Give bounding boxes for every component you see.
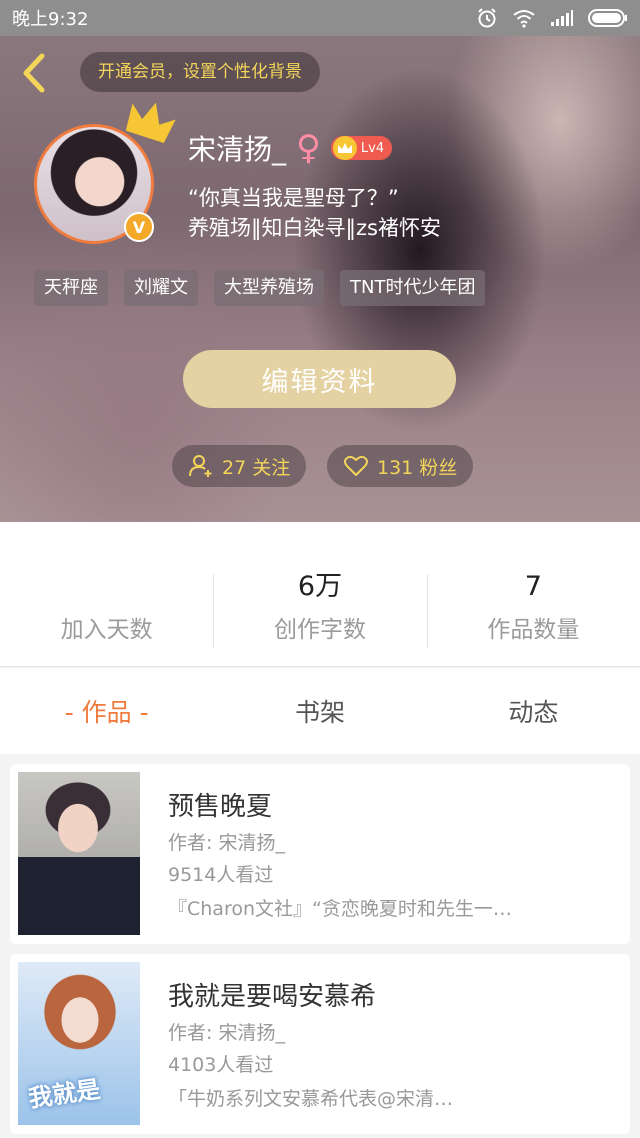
stat-value: 6万	[297, 571, 343, 602]
crown-icon	[126, 102, 176, 144]
stat-label: 创作字数	[273, 617, 366, 643]
work-card[interactable]: 我就是 我就是要喝安慕希 作者: 宋清扬_ 4103人看过 「牛奶系列文安慕希代…	[10, 954, 630, 1134]
level-badge: Lv4	[330, 136, 393, 160]
work-author: 作者: 宋清扬_	[168, 832, 285, 854]
level-text: Lv4	[360, 140, 385, 156]
stat-label: 加入天数	[60, 617, 153, 643]
stat-word-count: 6万 创作字数	[213, 522, 426, 666]
back-button[interactable]	[14, 50, 54, 96]
work-description: 『Charon文社』“贪恋晚夏时和先生一…	[168, 898, 512, 920]
edit-profile-button[interactable]: 编辑资料	[183, 350, 456, 408]
tag-item[interactable]: TNT时代少年团	[340, 270, 486, 306]
work-cover: 我就是	[18, 962, 140, 1125]
followers-button[interactable]: 131 粉丝	[327, 445, 474, 487]
tag-list: 天秤座 刘耀文 大型养殖场 TNT时代少年团	[34, 270, 486, 306]
profile-quote: “你真当我是聖母了？”	[188, 186, 399, 210]
tab-works[interactable]: - 作品 -	[0, 693, 213, 729]
followers-count: 131 粉丝	[377, 456, 458, 479]
tab-activity[interactable]: 动态	[427, 693, 640, 729]
heart-icon	[344, 455, 368, 476]
status-time: 晚上9:32	[12, 9, 89, 30]
stat-join-days: 加入天数	[0, 522, 213, 666]
work-title: 我就是要喝安慕希	[168, 982, 377, 1012]
stats-bar: 加入天数 6万 创作字数 7 作品数量	[0, 522, 640, 667]
work-description: 「牛奶系列文安慕希代表@宋清…	[168, 1088, 454, 1110]
female-icon: ♀	[296, 128, 321, 168]
following-count: 27 关注	[222, 456, 291, 479]
work-card[interactable]: 预售晚夏 作者: 宋清扬_ 9514人看过 『Charon文社』“贪恋晚夏时和先…	[10, 764, 630, 944]
tag-item[interactable]: 天秤座	[34, 270, 108, 306]
level-crown-icon	[332, 136, 357, 160]
cover-title-text: 我就是	[26, 1075, 102, 1113]
status-icons	[476, 7, 628, 29]
stat-label: 作品数量	[487, 617, 580, 643]
following-button[interactable]: 27 关注	[172, 445, 307, 487]
tag-item[interactable]: 大型养殖场	[214, 270, 324, 306]
work-views: 9514人看过	[168, 864, 274, 886]
stat-work-count: 7 作品数量	[426, 522, 640, 666]
status-bar: 晚上9:32	[0, 0, 640, 36]
username: 宋清扬_	[188, 133, 287, 166]
battery-icon	[588, 9, 627, 27]
alarm-icon	[478, 8, 496, 28]
profile-header: 晚上9:32 开通会员，设置个性化背景 V 宋清扬_ ♀ Lv4 “你真当我是聖…	[0, 0, 640, 522]
profile-bio: 养殖场‖知白染寻‖zs褚怀安	[188, 216, 441, 240]
add-user-icon	[189, 455, 212, 477]
stat-value: 7	[524, 571, 542, 602]
work-author: 作者: 宋清扬_	[168, 1022, 285, 1044]
work-views: 4103人看过	[168, 1054, 274, 1076]
signal-icon	[551, 10, 573, 26]
wifi-icon	[513, 10, 535, 28]
tab-bar: - 作品 - 书架 动态	[0, 668, 640, 754]
username-row: 宋清扬_ ♀ Lv4	[188, 128, 393, 168]
work-cover	[18, 772, 140, 935]
work-title: 预售晚夏	[168, 792, 273, 822]
chevron-left-icon	[23, 53, 45, 93]
vip-background-prompt[interactable]: 开通会员，设置个性化背景	[80, 52, 320, 92]
tag-item[interactable]: 刘耀文	[124, 270, 198, 306]
tab-bookshelf[interactable]: 书架	[213, 693, 426, 729]
verified-badge: V	[124, 212, 154, 242]
